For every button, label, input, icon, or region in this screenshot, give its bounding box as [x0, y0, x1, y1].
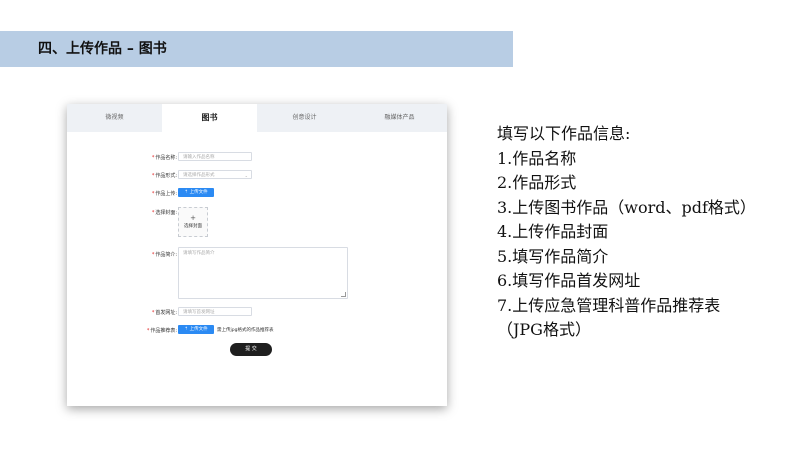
format-placeholder: 请选择作品形式	[183, 173, 215, 178]
resize-handle-icon[interactable]	[341, 292, 346, 297]
page-title: 四、上传作品 – 图书	[38, 41, 167, 57]
name-input[interactable]: 请输入作品名称	[178, 152, 252, 161]
upload-icon: ⇡	[184, 190, 189, 195]
cover-label: *选择封面:	[151, 210, 177, 216]
instruction-item: 4.上传作品封面	[497, 222, 609, 241]
intro-placeholder: 请填写作品简介	[183, 251, 215, 256]
upload-form-card: 微视频 图书 创意设计 融媒体产品 *作品名称: 请输入作品名称 *作品形式: …	[67, 104, 447, 406]
plus-icon: +	[190, 214, 196, 222]
instructions-list: 填写以下作品信息: 1.作品名称 2.作品形式 3.上传图书作品（word、pd…	[497, 122, 797, 343]
tab-creative-design[interactable]: 创意设计	[257, 104, 352, 132]
instruction-item: 7.上传应急管理科普作品推荐表	[497, 295, 721, 315]
tab-book[interactable]: 图书	[162, 104, 257, 132]
instruction-item: 6.填写作品首发网址	[497, 271, 641, 290]
instruction-item: 5.填写作品简介	[497, 246, 609, 266]
cover-picker[interactable]: + 选择封面	[178, 207, 208, 237]
name-label: *作品名称:	[151, 155, 177, 161]
upload-icon: ⇡	[184, 327, 189, 332]
upload-work-label: 上传文件	[189, 190, 208, 195]
tab-media-product[interactable]: 融媒体产品	[352, 104, 447, 132]
url-input[interactable]: 请填写首发网址	[178, 307, 252, 316]
submit-button[interactable]: 提 交	[230, 343, 272, 356]
instruction-item: 3.上传图书作品（word、pdf格式）	[497, 197, 756, 217]
upload-work-button[interactable]: ⇡ 上传文件	[178, 188, 214, 197]
format-label: *作品形式:	[151, 173, 177, 179]
cover-picker-label: 选择封面	[184, 224, 202, 229]
url-label: *首发网址:	[151, 310, 177, 316]
format-select[interactable]: 请选择作品形式 ⌄	[178, 170, 252, 179]
chevron-down-icon: ⌄	[244, 173, 248, 178]
recommend-label: *作品推荐表:	[146, 328, 177, 334]
tab-micro-video[interactable]: 微视频	[67, 104, 162, 132]
instruction-item: 1.作品名称	[497, 148, 577, 168]
instruction-item: 2.作品形式	[497, 173, 577, 192]
intro-label: *作品简介:	[151, 252, 177, 258]
upload-recommend-button[interactable]: ⇡ 上传文件	[178, 325, 214, 334]
recommend-hint: 需上传jpg格式的作品推荐表	[217, 328, 274, 333]
instruction-item: （JPG格式）	[497, 320, 591, 339]
intro-textarea[interactable]: 请填写作品简介	[178, 247, 348, 299]
upload-recommend-label: 上传文件	[189, 327, 208, 332]
category-tabs: 微视频 图书 创意设计 融媒体产品	[67, 104, 447, 132]
upload-label: *作品上传:	[151, 191, 177, 197]
instructions-heading: 填写以下作品信息:	[497, 124, 631, 143]
